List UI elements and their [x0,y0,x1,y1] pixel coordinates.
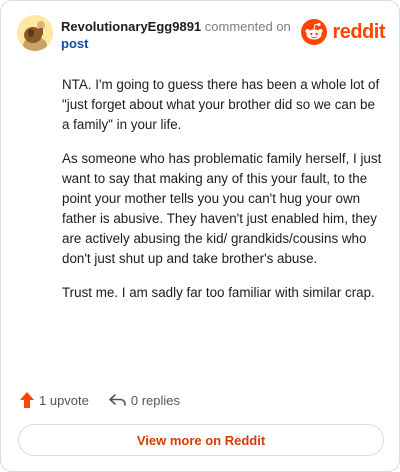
post-link[interactable]: post [61,35,306,52]
reddit-wordmark: reddit [332,20,385,43]
username[interactable]: RevolutionaryEgg9891 [61,19,201,34]
comment-paragraph-3: Trust me. I am sadly far too familiar wi… [62,285,375,300]
comment-paragraph-2: As someone who has problematic family he… [62,151,382,266]
comment-paragraph-1: NTA. I'm going to guess there has been a… [62,77,380,132]
comment-header: RevolutionaryEgg9891 commented on post r… [17,15,385,55]
replies-count: 0 replies [130,392,181,408]
replies-button[interactable]: 0 replies [109,393,180,408]
upvote-arrow-icon [20,392,34,408]
comment-actions: 1 upvote 0 replies [19,390,200,410]
reddit-logo[interactable]: reddit [301,19,385,45]
comment-body: NTA. I'm going to guess there has been a… [62,75,384,317]
avatar-image [17,15,53,51]
reply-arrow-icon [109,394,126,406]
commented-on-text: commented on [204,19,291,34]
view-more-button[interactable]: View more on Reddit [18,424,384,456]
upvote-count: 1 upvote [39,392,89,408]
reddit-alien-icon [301,19,328,45]
upvote-button[interactable]: 1 upvote [19,391,89,409]
user-avatar[interactable] [17,15,53,51]
comment-meta: RevolutionaryEgg9891 commented on post [61,18,306,52]
embedded-comment-card: RevolutionaryEgg9891 commented on post r… [0,0,400,472]
